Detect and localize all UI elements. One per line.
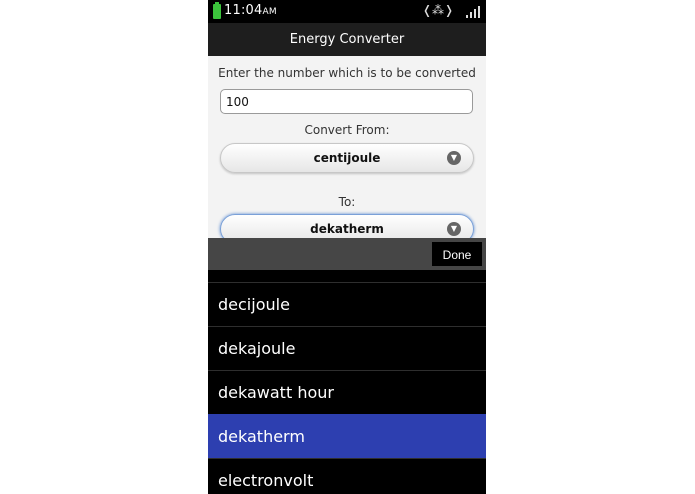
battery-icon (213, 2, 221, 19)
clock-time: 11:04 (224, 3, 263, 18)
convert-from-value: centijoule (313, 151, 381, 165)
app-title: Energy Converter (208, 23, 486, 57)
convert-from-select[interactable]: centijoule ▼ (220, 143, 474, 173)
converter-form: Enter the number which is to be converte… (208, 56, 486, 244)
number-prompt: Enter the number which is to be converte… (218, 66, 476, 80)
list-item[interactable]: electronvolt (208, 458, 486, 494)
status-clock: 11:04AM (224, 3, 277, 18)
chevron-down-icon: ▼ (447, 151, 461, 165)
chevron-down-icon: ▼ (447, 222, 461, 236)
picker-toolbar: Done (208, 238, 486, 270)
list-item-selected[interactable]: dekatherm (208, 414, 486, 458)
convert-from-label: Convert From: (304, 123, 390, 137)
status-bar: 11:04AM ❬⁂❭ (208, 0, 486, 23)
done-button[interactable]: Done (432, 242, 482, 266)
picker-list[interactable]: decijoule dekajoule dekawatt hour dekath… (208, 270, 486, 494)
vibrate-icon: ❬⁂❭ (422, 3, 455, 17)
number-input[interactable] (220, 89, 473, 114)
convert-to-value: dekatherm (310, 222, 384, 236)
list-item[interactable]: dekajoule (208, 326, 486, 370)
signal-icon (464, 6, 480, 18)
convert-to-label: To: (338, 195, 356, 209)
list-item[interactable]: dekawatt hour (208, 370, 486, 414)
phone-screen: 11:04AM ❬⁂❭ Energy Converter Enter the n… (208, 0, 486, 494)
list-item[interactable]: decijoule (208, 282, 486, 326)
clock-ampm: AM (262, 7, 277, 17)
